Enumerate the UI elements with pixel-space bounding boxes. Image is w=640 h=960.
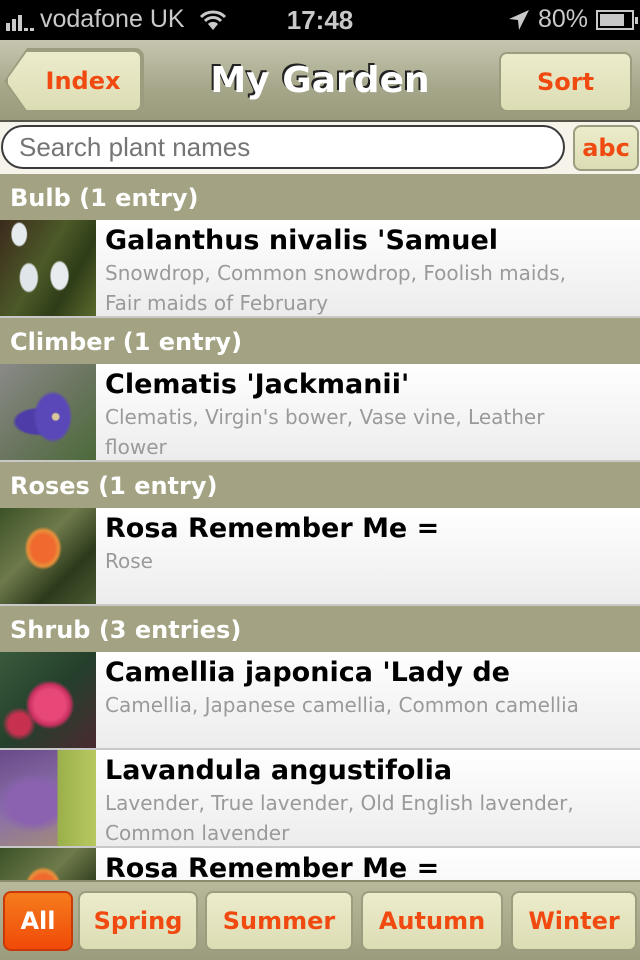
battery-percent: 80% — [537, 5, 588, 33]
tab-autumn-label: Autumn — [378, 907, 486, 935]
season-filter-bar: All Spring Summer Autumn Winter — [0, 880, 640, 960]
status-bar: vodafone UK 17:48 80% — [0, 0, 640, 40]
list-item[interactable]: Rosa Remember Me = Rose — [0, 508, 640, 606]
plant-name: Rosa Remember Me = — [105, 853, 440, 880]
section-header-shrub: Shrub (3 entries) — [0, 606, 640, 652]
battery-icon — [596, 9, 638, 30]
common-names: Rose — [105, 549, 153, 573]
plant-thumbnail — [0, 220, 96, 316]
section-header-climber: Climber (1 entry) — [0, 318, 640, 364]
plant-name: Rosa Remember Me = — [105, 513, 440, 544]
plant-list[interactable]: Bulb (1 entry) Galanthus nivalis 'Samuel… — [0, 174, 640, 880]
search-input[interactable] — [1, 125, 565, 169]
sort-button[interactable]: Sort — [499, 52, 632, 112]
plant-thumbnail — [0, 750, 96, 846]
common-names: Snowdrop, Common snowdrop, Foolish maids… — [105, 261, 566, 315]
plant-thumbnail — [0, 848, 96, 880]
plant-name: Clematis 'Jackmanii' — [105, 369, 410, 400]
tab-winter-label: Winter — [528, 907, 620, 935]
list-item[interactable]: Rosa Remember Me = — [0, 848, 640, 880]
common-names: Clematis, Virgin's bower, Vase vine, Lea… — [105, 405, 545, 459]
section-header-roses: Roses (1 entry) — [0, 462, 640, 508]
tab-all-label: All — [20, 907, 56, 935]
list-item[interactable]: Clematis 'Jackmanii' Clematis, Virgin's … — [0, 364, 640, 462]
sort-label: Sort — [536, 68, 595, 96]
tab-all[interactable]: All — [3, 891, 73, 951]
navigation-bar: Index My Garden Sort — [0, 40, 640, 122]
tab-autumn[interactable]: Autumn — [361, 891, 503, 951]
location-arrow-icon — [508, 9, 529, 30]
plant-name: Galanthus nivalis 'Samuel — [105, 225, 499, 256]
list-item[interactable]: Lavandula angustifolia Lavender, True la… — [0, 750, 640, 848]
plant-thumbnail — [0, 652, 96, 748]
abc-label: abc — [582, 134, 630, 162]
plant-thumbnail — [0, 508, 96, 604]
search-bar: abc — [0, 122, 640, 174]
common-names: Camellia, Japanese camellia, Common came… — [105, 693, 579, 717]
plant-name: Lavandula angustifolia — [105, 755, 453, 786]
list-item[interactable]: Camellia japonica 'Lady de Camellia, Jap… — [0, 652, 640, 750]
tab-winter[interactable]: Winter — [511, 891, 637, 951]
list-item[interactable]: Galanthus nivalis 'Samuel Snowdrop, Comm… — [0, 220, 640, 318]
common-names: Lavender, True lavender, Old English lav… — [105, 791, 574, 845]
tab-summer-label: Summer — [222, 907, 336, 935]
tab-spring[interactable]: Spring — [78, 891, 198, 951]
abc-keyboard-button[interactable]: abc — [573, 125, 639, 171]
tab-spring-label: Spring — [93, 907, 183, 935]
tab-summer[interactable]: Summer — [205, 891, 353, 951]
section-header-bulb: Bulb (1 entry) — [0, 174, 640, 220]
plant-name: Camellia japonica 'Lady de — [105, 657, 510, 688]
plant-thumbnail — [0, 364, 96, 460]
